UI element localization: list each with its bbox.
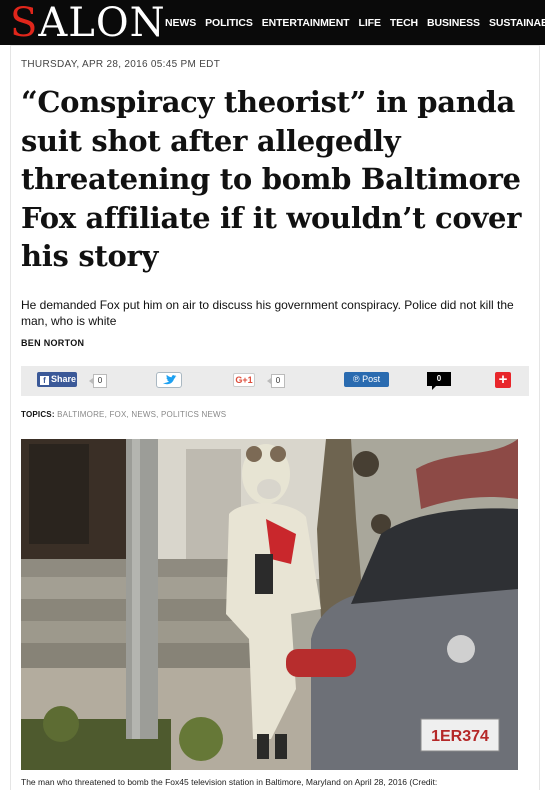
post-button[interactable]: ℗ Post — [344, 372, 389, 387]
comment-count-bubble[interactable]: 0 — [427, 372, 451, 390]
nav-sustainability[interactable]: SUSTAINABILITY — [489, 17, 545, 29]
photo-illustration: 1ER374 — [21, 439, 518, 770]
facebook-share-button[interactable]: f Share — [37, 372, 77, 387]
nav-business[interactable]: BUSINESS — [427, 17, 480, 29]
nav-life[interactable]: LIFE — [359, 17, 381, 29]
nav-entertainment[interactable]: ENTERTAINMENT — [262, 17, 350, 29]
article-dateline: THURSDAY, APR 28, 2016 05:45 PM EDT — [21, 59, 221, 70]
nav-news[interactable]: NEWS — [165, 17, 196, 29]
article-subheadline: He demanded Fox put him on air to discus… — [21, 298, 514, 328]
twitter-share-button[interactable] — [156, 372, 182, 388]
topic-politics-news[interactable]: POLITICS NEWS — [161, 410, 226, 419]
photo-caption: The man who threatened to bomb the Fox45… — [21, 777, 438, 787]
facebook-share-label: Share — [51, 374, 77, 384]
article-byline[interactable]: BEN NORTON — [21, 338, 84, 348]
top-navigation-bar: SALON NEWS POLITICS ENTERTAINMENT LIFE T… — [0, 0, 545, 45]
topic-news[interactable]: NEWS — [131, 410, 156, 419]
section-nav: NEWS POLITICS ENTERTAINMENT LIFE TECH BU… — [165, 0, 545, 45]
twitter-bird-icon — [163, 374, 177, 385]
topic-fox[interactable]: FOX — [109, 410, 126, 419]
post-icon: ℗ — [352, 374, 363, 384]
logo-rest: ALON — [38, 0, 166, 45]
google-plus-button[interactable]: G+1 — [233, 373, 255, 387]
share-bar: f Share 0 G+1 0 ℗ Post 0 + — [21, 366, 529, 396]
license-plate-text: 1ER374 — [431, 728, 489, 745]
facebook-share-count: 0 — [89, 374, 107, 388]
topics-list: TOPICS: BALTIMORE, FOX, NEWS, POLITICS N… — [21, 410, 227, 419]
nav-tech[interactable]: TECH — [390, 17, 418, 29]
salon-logo[interactable]: SALON — [10, 1, 166, 45]
post-label: Post — [362, 374, 381, 384]
facebook-icon: f — [40, 376, 49, 385]
plus-icon[interactable]: + — [495, 372, 511, 388]
topics-label: TOPICS: — [21, 410, 55, 419]
article-container: THURSDAY, APR 28, 2016 05:45 PM EDT “Con… — [10, 45, 540, 790]
topic-baltimore[interactable]: BALTIMORE — [57, 410, 104, 419]
logo-initial: S — [10, 0, 39, 45]
article-photo: 1ER374 — [21, 439, 518, 770]
nav-politics[interactable]: POLITICS — [205, 17, 253, 29]
article-headline: “Conspiracy theorist” in panda suit shot… — [21, 85, 522, 273]
google-plus-count: 0 — [267, 374, 285, 388]
